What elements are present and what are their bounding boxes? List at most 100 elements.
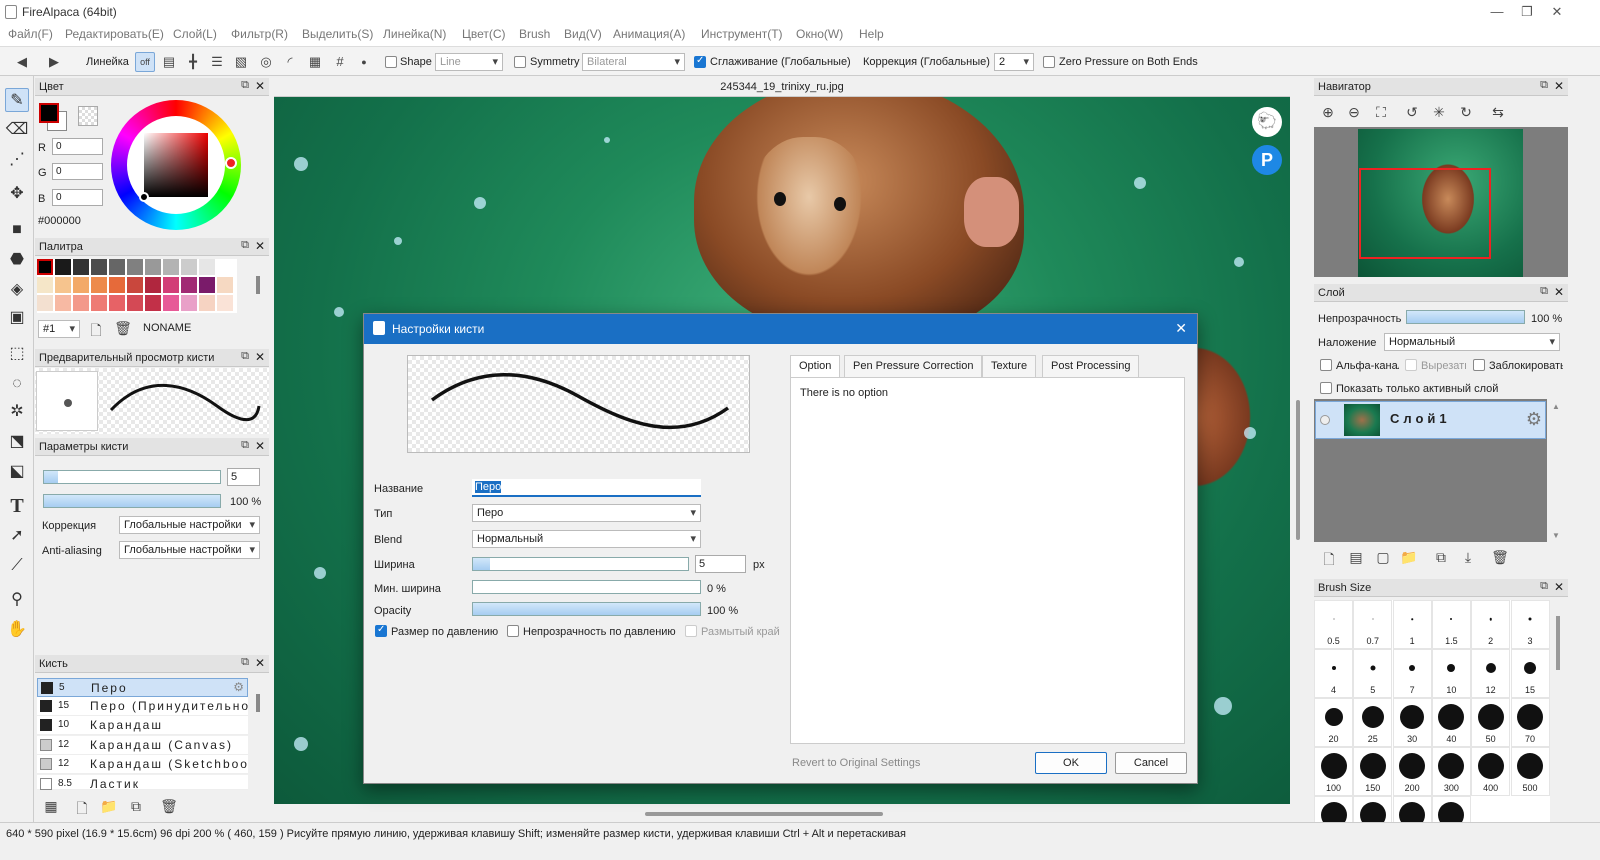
alpaca-badge-icon[interactable]: 🐑 bbox=[1252, 107, 1282, 137]
b-input[interactable]: 0 bbox=[52, 189, 103, 206]
dialog-close-icon[interactable]: ✕ bbox=[1175, 320, 1187, 337]
brush-size-cell[interactable]: 20 bbox=[1314, 698, 1353, 747]
lock-checkbox[interactable] bbox=[1473, 359, 1485, 371]
canvas-h-scrollbar[interactable] bbox=[645, 812, 883, 816]
palette-swatch[interactable] bbox=[109, 259, 125, 275]
close-icon[interactable]: ✕ bbox=[1554, 79, 1564, 93]
brush-size-cell[interactable]: 1 bbox=[1392, 600, 1432, 649]
duplicate-layer-icon[interactable]: ⧉ bbox=[1431, 549, 1451, 566]
brush-width-input[interactable]: 5 bbox=[227, 468, 260, 486]
new-folder-icon[interactable]: 📁 bbox=[1399, 549, 1419, 566]
palette-swatch[interactable] bbox=[37, 277, 53, 293]
palette-swatch[interactable] bbox=[55, 277, 71, 293]
zoom-out-icon[interactable]: ⊖ bbox=[1344, 104, 1364, 121]
palette-swatch[interactable] bbox=[181, 259, 197, 275]
folder-icon[interactable]: 📁 bbox=[99, 798, 119, 815]
rotate-left-icon[interactable]: ↺ bbox=[1402, 104, 1422, 121]
brush-item-eraser[interactable]: 8.5 Ластик bbox=[37, 775, 248, 791]
ok-button[interactable]: OK bbox=[1035, 752, 1107, 774]
symmetry-checkbox[interactable] bbox=[514, 56, 526, 68]
brush-size-cell[interactable]: 70 bbox=[1510, 698, 1550, 747]
palette-index-select[interactable]: #1 bbox=[38, 320, 80, 338]
menu-view[interactable]: Вид(V) bbox=[564, 27, 602, 41]
eraser-tool-icon[interactable]: ⌫ bbox=[5, 118, 29, 142]
brush-list-scrollbar[interactable] bbox=[256, 694, 260, 712]
delete-palette-icon[interactable]: 🗑 bbox=[113, 320, 133, 337]
menu-window[interactable]: Окно(W) bbox=[796, 27, 843, 41]
close-window-button[interactable]: ✕ bbox=[1545, 2, 1569, 22]
cancel-button[interactable]: Cancel bbox=[1115, 752, 1187, 774]
fill-rect-tool-icon[interactable]: ■ bbox=[5, 218, 29, 242]
close-icon[interactable]: ✕ bbox=[1554, 580, 1564, 594]
blend-select[interactable]: Нормальный bbox=[472, 530, 701, 548]
palette-swatch[interactable] bbox=[73, 259, 89, 275]
layer-scrollbar[interactable]: ▲ ▼ bbox=[1552, 402, 1560, 540]
r-input[interactable]: 0 bbox=[52, 138, 103, 155]
saturation-value-square[interactable] bbox=[144, 133, 208, 197]
revert-button[interactable]: Revert to Original Settings bbox=[792, 757, 920, 769]
brush-size-cell[interactable]: 12 bbox=[1471, 649, 1511, 698]
brush-size-cell[interactable]: 200 bbox=[1392, 747, 1432, 796]
close-icon[interactable]: ✕ bbox=[255, 239, 265, 253]
brush-size-cell[interactable]: 10 bbox=[1431, 649, 1471, 698]
brush-size-cell[interactable]: 500 bbox=[1510, 747, 1550, 796]
brush-size-cell[interactable]: 50 bbox=[1471, 698, 1511, 747]
gradient-tool-icon[interactable]: ▣ bbox=[5, 306, 29, 330]
move-tool-icon[interactable]: ✥ bbox=[5, 182, 29, 206]
snap-dot-icon[interactable]: ● bbox=[354, 52, 374, 72]
palette-swatch[interactable] bbox=[199, 277, 215, 293]
tab-pen-pressure[interactable]: Pen Pressure Correction bbox=[844, 355, 983, 377]
menu-ruler[interactable]: Линейка(N) bbox=[383, 27, 446, 41]
brush-size-cell[interactable]: 7 bbox=[1392, 649, 1432, 698]
blur-edge-checkbox[interactable] bbox=[685, 625, 697, 637]
opacity-pressure-checkbox[interactable] bbox=[507, 625, 519, 637]
brush-size-cell[interactable]: 4 bbox=[1314, 649, 1353, 698]
float-icon[interactable]: ⧉ bbox=[1540, 285, 1548, 298]
delete-brush-icon[interactable]: 🗑 bbox=[159, 798, 179, 815]
snap-off-button[interactable]: off bbox=[135, 52, 155, 72]
menu-help[interactable]: Help bbox=[859, 27, 884, 41]
snap-cross-icon[interactable]: ╋ bbox=[183, 52, 203, 72]
brush-size-scrollbar[interactable] bbox=[1556, 616, 1560, 670]
primary-color-swatch[interactable] bbox=[39, 103, 59, 123]
alpha-lock-checkbox[interactable] bbox=[1320, 359, 1332, 371]
palette-swatch[interactable] bbox=[163, 295, 179, 311]
select-eraser-tool-icon[interactable]: ⬕ bbox=[5, 460, 29, 484]
snap-circle-icon[interactable]: ◎ bbox=[256, 52, 276, 72]
navigator-viewport[interactable] bbox=[1359, 168, 1491, 259]
size-pressure-checkbox[interactable] bbox=[375, 624, 387, 637]
menu-filter[interactable]: Фильтр(R) bbox=[231, 27, 288, 41]
palette-swatch[interactable] bbox=[55, 295, 71, 311]
select-pen-tool-icon[interactable]: ⬔ bbox=[5, 430, 29, 454]
brush-size-cell[interactable]: 0.5 bbox=[1314, 600, 1353, 649]
brush-opacity-slider[interactable] bbox=[43, 494, 221, 508]
menu-edit[interactable]: Редактировать(E) bbox=[65, 27, 164, 41]
type-select[interactable]: Перо bbox=[472, 504, 701, 522]
float-icon[interactable]: ⧉ bbox=[241, 656, 249, 669]
transparent-color-swatch[interactable] bbox=[78, 106, 98, 126]
brush-item-pen-forced[interactable]: 15 Перо (Принудительно) bbox=[37, 697, 248, 716]
menu-layer[interactable]: Слой(L) bbox=[173, 27, 217, 41]
palette-swatch[interactable] bbox=[217, 259, 233, 275]
new-1bit-layer-icon[interactable]: ▢ bbox=[1373, 549, 1393, 566]
symmetry-select[interactable]: Bilateral bbox=[582, 53, 685, 71]
brush-tool-icon[interactable]: ✎ bbox=[5, 88, 29, 112]
brush-settings-gear-icon[interactable]: ⚙ bbox=[233, 680, 244, 694]
brush-size-cell[interactable]: 100 bbox=[1314, 747, 1353, 796]
palette-swatch[interactable] bbox=[55, 259, 71, 275]
brush-size-cell[interactable]: 40 bbox=[1431, 698, 1471, 747]
brush-size-cell[interactable] bbox=[1353, 796, 1393, 822]
brush-size-cell[interactable]: 30 bbox=[1392, 698, 1432, 747]
canvas-tab[interactable]: 245344_19_trinixy_ru.jpg bbox=[274, 78, 1290, 97]
float-icon[interactable]: ⧉ bbox=[241, 239, 249, 252]
magic-wand-tool-icon[interactable]: ✲ bbox=[5, 400, 29, 424]
maximize-button[interactable]: ❐ bbox=[1515, 2, 1539, 22]
new-brush-icon[interactable]: 🗋 bbox=[72, 798, 92, 822]
snap-perspective-icon[interactable]: ▦ bbox=[305, 52, 325, 72]
opacity-slider[interactable] bbox=[472, 602, 701, 616]
brush-size-cell[interactable]: 150 bbox=[1353, 747, 1393, 796]
width-slider[interactable] bbox=[472, 557, 689, 571]
close-icon[interactable]: ✕ bbox=[1554, 285, 1564, 299]
text-tool-icon[interactable]: T bbox=[5, 494, 29, 518]
new-layer-icon[interactable]: 🗋 bbox=[1319, 549, 1339, 573]
